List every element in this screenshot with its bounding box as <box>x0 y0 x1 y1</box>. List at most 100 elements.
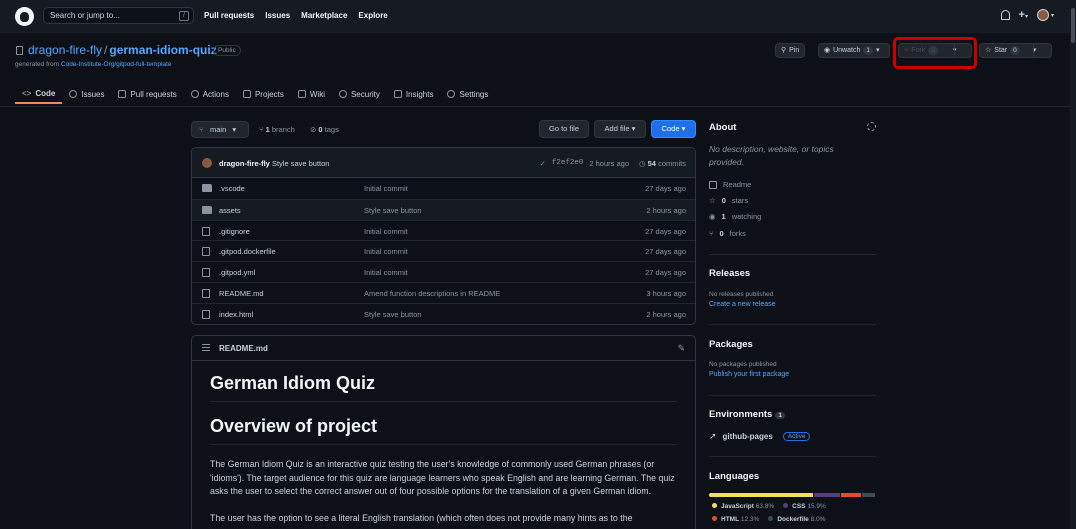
search-input[interactable]: Search or jump to... / <box>43 7 194 24</box>
language-name: CSS <box>792 503 806 510</box>
tab-insights[interactable]: Insights <box>387 84 441 104</box>
gear-icon[interactable] <box>867 122 876 131</box>
scrollbar[interactable] <box>1070 0 1076 529</box>
file-name-link[interactable]: .gitpod.yml <box>219 268 255 277</box>
tab-code[interactable]: <> Code <box>15 84 63 104</box>
nav-explore[interactable]: Explore <box>358 11 387 20</box>
create-new-menu[interactable]: +▾ <box>1019 10 1028 21</box>
readme-filename[interactable]: README.md <box>219 344 268 353</box>
table-row[interactable]: .gitpod.yml Initial commit 27 days ago <box>192 261 695 282</box>
table-icon <box>242 90 251 98</box>
file-commit-message-link[interactable]: Style save button <box>364 206 422 215</box>
table-row[interactable]: .gitpod.dockerfile Initial commit 27 days … <box>192 240 695 261</box>
table-row[interactable]: .gitignore Initial commit 27 days ago <box>192 219 695 241</box>
environments-heading[interactable]: Environments 1 <box>709 409 785 420</box>
play-icon <box>190 90 199 98</box>
language-item-dockerfile[interactable]: Dockerfile 8.0% <box>768 516 825 523</box>
unwatch-button[interactable]: ◉ Unwatch 1 ▾ <box>818 43 890 58</box>
file-commit-message-link[interactable]: Initial commit <box>364 268 408 277</box>
forks-count: 0 <box>719 229 724 238</box>
environment-item[interactable]: ➚ github-pages Active <box>709 431 811 442</box>
template-repo-link[interactable]: Code-Institute-Org/gitpod-full-template <box>61 61 172 68</box>
nav-marketplace[interactable]: Marketplace <box>301 11 347 20</box>
tab-wiki[interactable]: Wiki <box>291 84 332 104</box>
packages-heading[interactable]: Packages <box>709 339 753 350</box>
language-item-html[interactable]: HTML 12.3% <box>712 516 759 523</box>
tab-pull-requests[interactable]: Pull requests <box>111 84 183 104</box>
add-file-label: Add file <box>604 124 630 133</box>
rocket-icon: ➚ <box>709 431 717 441</box>
avatar[interactable] <box>202 158 212 168</box>
releases-heading[interactable]: Releases <box>709 268 750 279</box>
file-commit-message-link[interactable]: Amend function descriptions in README <box>364 289 500 298</box>
file-commit-time: 2 hours ago <box>646 309 686 319</box>
branches-link[interactable]: ⑂ 1 branch <box>259 125 295 134</box>
commit-message-link[interactable]: Style save button <box>272 159 330 168</box>
commit-author-link[interactable]: dragon-fire-fly <box>219 159 270 168</box>
code-button[interactable]: Code ▾ <box>651 120 696 138</box>
about-heading: About <box>709 122 737 133</box>
watchers-link[interactable]: ◉ 1 watching <box>709 212 761 221</box>
tab-security[interactable]: Security <box>332 84 387 104</box>
file-name-link[interactable]: README.md <box>219 289 264 298</box>
language-item-javascript[interactable]: JavaScript 63.8% <box>712 503 774 510</box>
file-name-link[interactable]: assets <box>219 206 241 215</box>
check-icon: ✓ <box>539 159 546 168</box>
table-row[interactable]: .vscode Initial commit 27 days ago <box>192 178 695 199</box>
tab-projects[interactable]: Projects <box>236 84 291 104</box>
repo-owner-link[interactable]: dragon-fire-fly <box>28 43 102 57</box>
star-button[interactable]: ☆ Star 0 ▾ <box>979 43 1052 58</box>
language-percent: 15.9% <box>807 503 826 510</box>
fork-icon: ⑂ <box>709 229 714 238</box>
tab-actions[interactable]: Actions <box>184 84 236 104</box>
file-commit-time: 27 days ago <box>645 268 686 278</box>
tab-settings[interactable]: Settings <box>440 84 495 104</box>
publish-package-link[interactable]: Publish your first package <box>709 371 789 378</box>
branch-icon: ⑂ <box>199 125 204 134</box>
chevron-down-icon: ▾ <box>631 124 636 133</box>
go-to-file-button[interactable]: Go to file <box>539 120 589 138</box>
pull-request-icon <box>118 90 127 98</box>
table-row[interactable]: index.html Style save button 2 hours ago <box>192 302 695 324</box>
nav-issues[interactable]: Issues <box>265 11 290 20</box>
tab-code-label: Code <box>35 88 56 98</box>
file-commit-message-link[interactable]: Initial commit <box>364 227 408 236</box>
tags-link[interactable]: ⊘ 0 tags <box>310 125 339 134</box>
language-name: JavaScript <box>721 503 754 510</box>
branch-select-button[interactable]: ⑂ main ▾ <box>191 121 249 138</box>
tab-settings-label: Settings <box>459 89 489 99</box>
branch-name: main <box>210 125 227 134</box>
nav-pull-requests[interactable]: Pull requests <box>204 11 254 20</box>
pin-button[interactable]: ⚲ Pin <box>775 43 806 58</box>
repo-name-link[interactable]: german-idiom-quiz <box>109 43 216 57</box>
github-logo-icon[interactable] <box>15 7 34 26</box>
scrollbar-thumb[interactable] <box>1071 8 1075 43</box>
tab-issues[interactable]: Issues <box>62 84 111 104</box>
language-item-css[interactable]: CSS 15.9% <box>783 503 826 510</box>
commit-sha-link[interactable]: f2ef2e0 <box>552 159 584 168</box>
watching-count: 1 <box>721 212 726 221</box>
notifications-bell-icon[interactable] <box>1000 10 1010 20</box>
file-name-link[interactable]: .gitpod.dockerfile <box>219 247 276 256</box>
language-color-dot <box>783 503 789 508</box>
file-commit-message-link[interactable]: Initial commit <box>364 247 408 256</box>
file-commit-message-link[interactable]: Initial commit <box>364 184 408 193</box>
eye-icon: ◉ <box>824 47 831 54</box>
stars-label: stars <box>731 196 749 205</box>
list-unordered-icon[interactable] <box>202 344 210 351</box>
pencil-icon[interactable]: ✎ <box>677 343 685 354</box>
readme-link[interactable]: Readme <box>709 180 751 189</box>
user-menu[interactable]: ▾ <box>1036 9 1054 21</box>
stars-link[interactable]: ☆ 0 stars <box>709 196 748 205</box>
file-name-link[interactable]: .gitignore <box>219 227 250 236</box>
forks-link[interactable]: ⑂ 0 forks <box>709 229 746 238</box>
file-commit-message-link[interactable]: Style save button <box>364 310 422 319</box>
tab-security-label: Security <box>350 89 380 99</box>
table-row[interactable]: README.md Amend function descriptions in … <box>192 281 695 303</box>
file-name-link[interactable]: index.html <box>219 310 253 319</box>
create-release-link[interactable]: Create a new release <box>709 301 776 308</box>
commits-link[interactable]: ◷ 54 commits <box>639 159 686 168</box>
file-name-link[interactable]: .vscode <box>219 184 245 193</box>
add-file-button[interactable]: Add file ▾ <box>594 120 646 138</box>
table-row[interactable]: assets Style save button 2 hours ago <box>192 198 695 220</box>
